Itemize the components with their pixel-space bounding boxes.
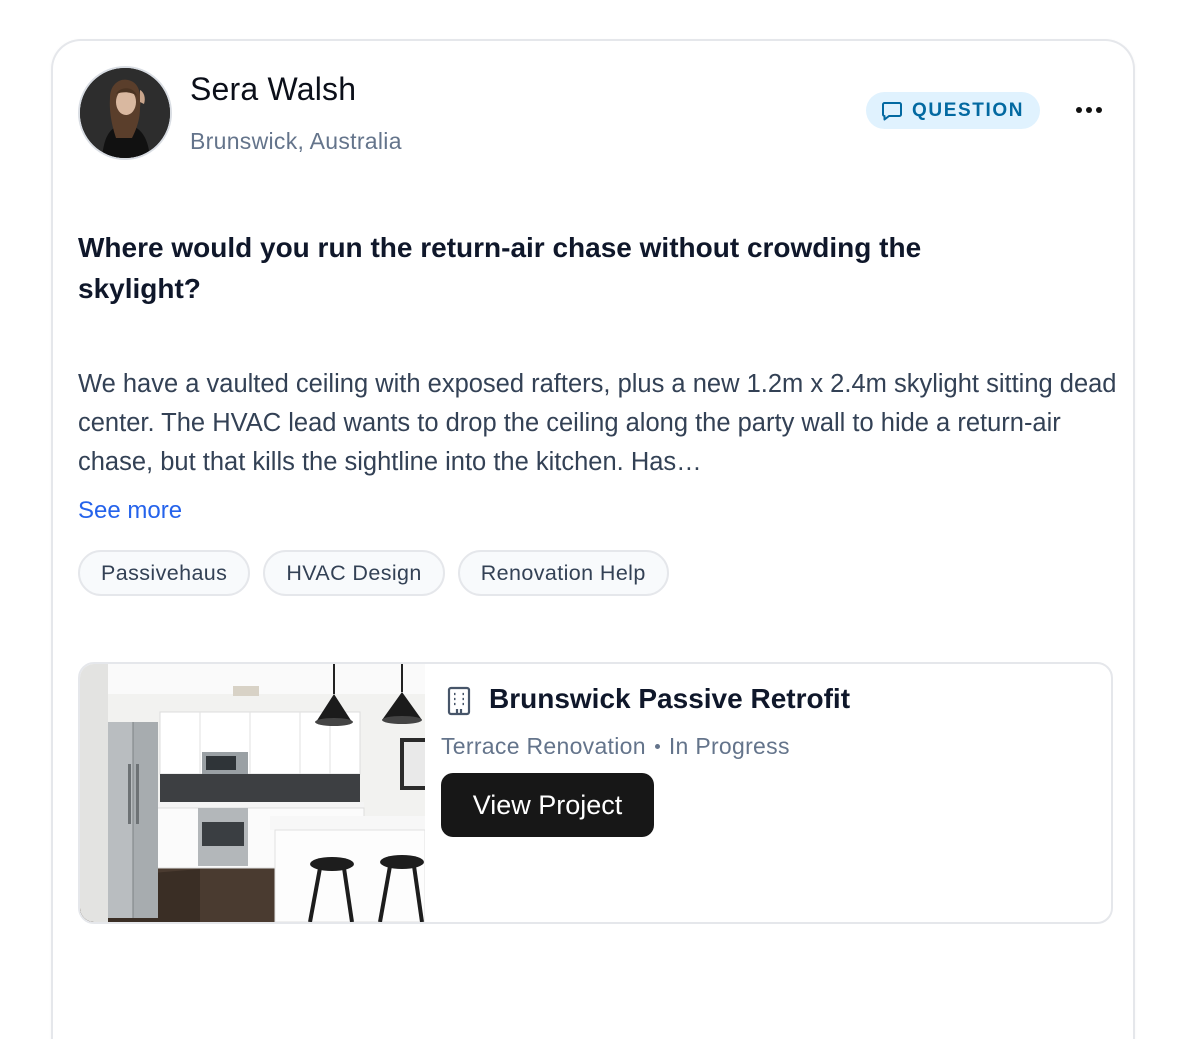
post-body: We have a vaulted ceiling with exposed r…	[78, 370, 1117, 476]
chat-bubble-icon	[880, 99, 904, 123]
see-more-link[interactable]: See more	[78, 497, 182, 525]
project-image[interactable]	[80, 664, 425, 922]
project-title[interactable]: Brunswick Passive Retrofit	[489, 683, 850, 715]
more-options-button[interactable]	[1063, 93, 1115, 127]
more-horizontal-icon	[1075, 101, 1103, 119]
tag-passivehaus[interactable]: Passivehaus	[78, 550, 251, 596]
building-icon	[444, 685, 474, 722]
project-status: In Progress	[668, 733, 790, 759]
tag-list: Passivehaus HVAC Design Renovation Help	[78, 550, 669, 596]
project-card[interactable]: Brunswick Passive Retrofit Terrace Renov…	[78, 662, 1113, 924]
avatar[interactable]	[78, 66, 172, 160]
author-name[interactable]: Sera Walsh	[190, 71, 356, 108]
badge-label: QUESTION	[912, 99, 1025, 121]
post-type-badge: QUESTION	[866, 92, 1041, 129]
view-project-button[interactable]: View Project	[441, 773, 654, 837]
post-title[interactable]: Where would you run the return-air chase…	[78, 227, 1038, 309]
separator-dot	[654, 744, 660, 749]
post-card: Sera Walsh Brunswick, Australia QUESTION…	[51, 39, 1135, 1039]
tag-renovation-help[interactable]: Renovation Help	[457, 550, 669, 596]
project-meta: Terrace Renovation In Progress	[441, 733, 790, 760]
author-location: Brunswick, Australia	[190, 128, 402, 154]
project-type: Terrace Renovation	[441, 733, 646, 759]
tag-hvac-design[interactable]: HVAC Design	[263, 550, 445, 596]
